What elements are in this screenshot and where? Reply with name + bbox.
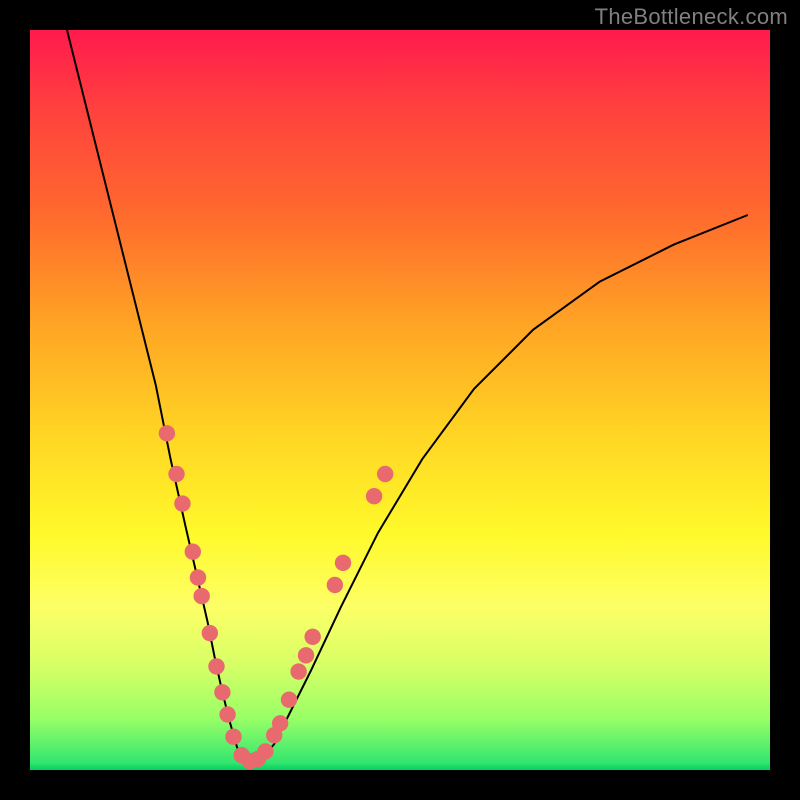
chart-frame: TheBottleneck.com	[0, 0, 800, 800]
data-markers	[159, 425, 394, 769]
data-marker	[366, 488, 382, 504]
chart-svg	[30, 30, 770, 770]
data-marker	[159, 425, 175, 441]
bottleneck-curve	[67, 30, 748, 761]
data-marker	[208, 658, 224, 674]
data-marker	[202, 625, 218, 641]
data-marker	[168, 466, 184, 482]
data-marker	[272, 715, 288, 731]
data-marker	[298, 647, 314, 663]
data-marker	[214, 684, 230, 700]
data-marker	[304, 629, 320, 645]
data-marker	[335, 555, 351, 571]
data-marker	[219, 706, 235, 722]
watermark-label: TheBottleneck.com	[595, 4, 788, 30]
data-marker	[174, 495, 190, 511]
data-marker	[281, 692, 297, 708]
data-marker	[190, 569, 206, 585]
data-marker	[193, 588, 209, 604]
data-marker	[225, 729, 241, 745]
data-marker	[185, 544, 201, 560]
data-marker	[290, 663, 306, 679]
data-marker	[257, 743, 273, 759]
plot-area	[30, 30, 770, 770]
data-marker	[377, 466, 393, 482]
data-marker	[327, 577, 343, 593]
